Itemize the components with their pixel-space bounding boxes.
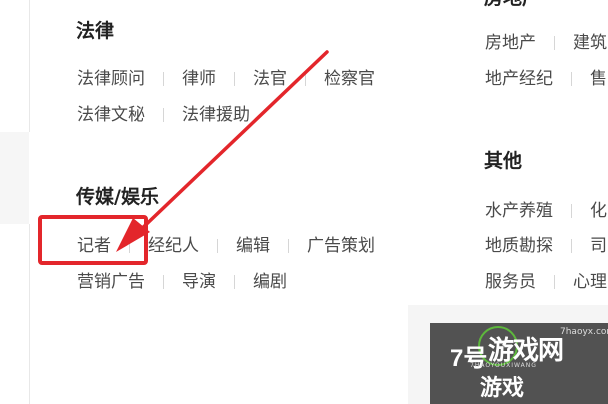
watermark-sub: 游戏	[480, 376, 525, 401]
watermark-pinyin: 7HAOYOUXIWANG	[470, 362, 537, 369]
watermark-site: 7haoyx.com	[560, 327, 608, 337]
